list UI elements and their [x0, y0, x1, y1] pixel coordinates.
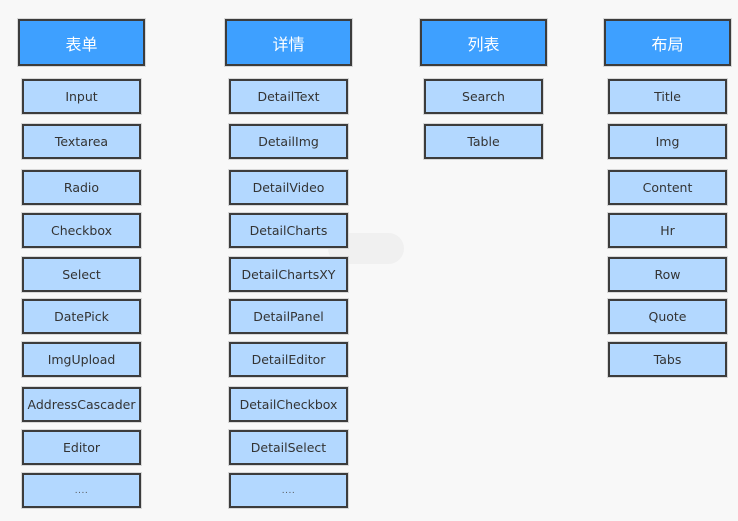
component-box: DatePick	[22, 299, 141, 334]
component-box: AddressCascader	[22, 387, 141, 422]
component-box: Row	[608, 257, 727, 292]
component-box: Tabs	[608, 342, 727, 377]
component-box: Img	[608, 124, 727, 159]
component-box-more: ....	[22, 473, 141, 508]
component-box: ImgUpload	[22, 342, 141, 377]
component-box: Hr	[608, 213, 727, 248]
category-header-list: 列表	[420, 19, 547, 66]
component-box: DetailCheckbox	[229, 387, 348, 422]
component-box: Editor	[22, 430, 141, 465]
component-box: Search	[424, 79, 543, 114]
component-box: Quote	[608, 299, 727, 334]
component-box: Select	[22, 257, 141, 292]
component-box: DetailText	[229, 79, 348, 114]
component-box: Content	[608, 170, 727, 205]
component-box: DetailChartsXY	[229, 257, 348, 292]
category-header-detail: 详情	[225, 19, 352, 66]
component-box: Radio	[22, 170, 141, 205]
component-box: DetailSelect	[229, 430, 348, 465]
component-box: Input	[22, 79, 141, 114]
component-box: DetailPanel	[229, 299, 348, 334]
component-box: DetailImg	[229, 124, 348, 159]
component-box: Table	[424, 124, 543, 159]
component-box: DetailVideo	[229, 170, 348, 205]
category-header-form: 表单	[18, 19, 145, 66]
component-box: DetailEditor	[229, 342, 348, 377]
category-header-layout: 布局	[604, 19, 731, 66]
component-box-more: ....	[229, 473, 348, 508]
component-box: Title	[608, 79, 727, 114]
component-box: DetailCharts	[229, 213, 348, 248]
component-box: Checkbox	[22, 213, 141, 248]
component-box: Textarea	[22, 124, 141, 159]
